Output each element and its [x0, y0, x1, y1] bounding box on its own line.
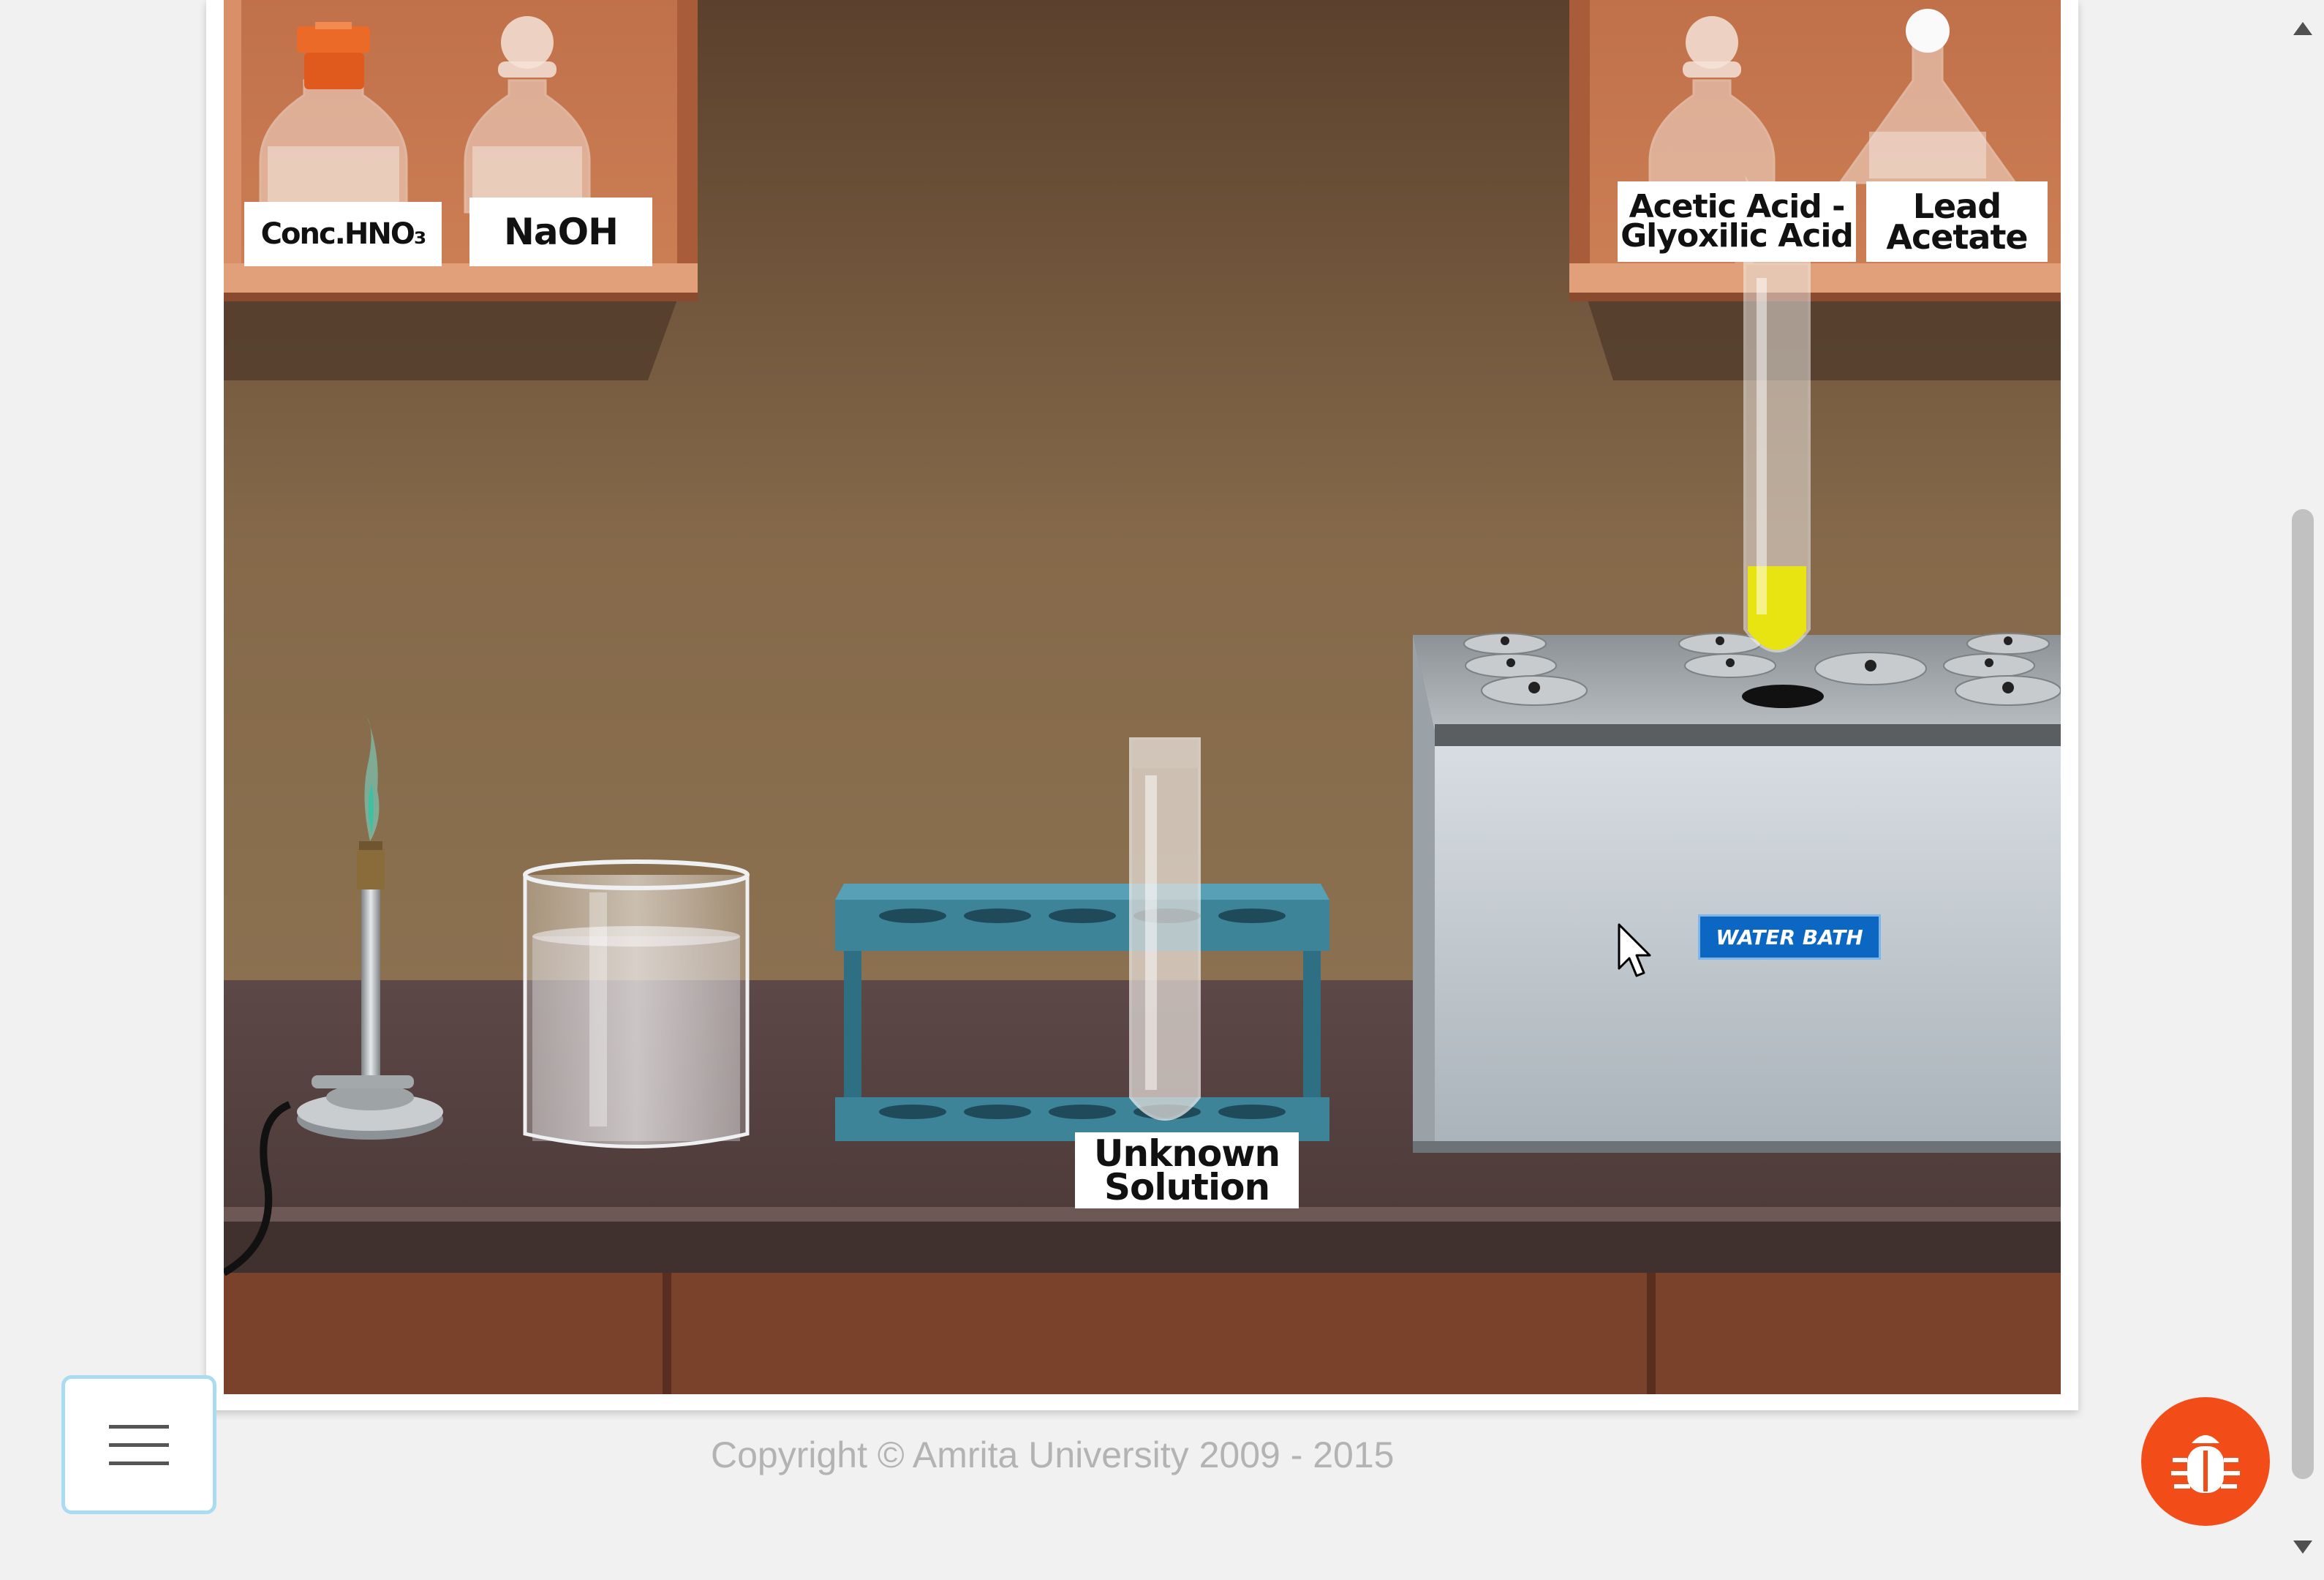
- scrollbar-thumb[interactable]: [2292, 509, 2314, 1479]
- lead-acetate-label-line2: Acetate: [1886, 217, 2028, 257]
- scroll-down-arrow-icon[interactable]: [2290, 1536, 2315, 1558]
- water-bath[interactable]: [1413, 633, 2061, 1153]
- lab-simulation: Conc.HNO₃ NaOH Acetic Acid - Glyoxilic A…: [224, 0, 2061, 1394]
- unknown-solution-test-tube[interactable]: [1129, 737, 1201, 1121]
- report-bug-button[interactable]: [2141, 1397, 2270, 1526]
- lab-cabinets: [224, 1273, 2061, 1394]
- naoh-label: NaOH: [469, 198, 652, 266]
- unknown-solution-label: Unknown Solution: [1075, 1132, 1299, 1208]
- hamburger-menu-icon: [109, 1425, 169, 1465]
- vertical-scrollbar[interactable]: [2282, 0, 2324, 1580]
- conc-hno3-label: Conc.HNO₃: [244, 202, 442, 266]
- bug-icon: [2171, 1435, 2240, 1493]
- mouse-cursor-icon: [1618, 923, 1651, 977]
- scroll-up-arrow-icon[interactable]: [2290, 18, 2315, 40]
- menu-button[interactable]: [61, 1375, 216, 1514]
- lead-acetate-label: Lead Acetate: [1866, 181, 2048, 262]
- water-bath-label: WATER BATH: [1698, 914, 1881, 960]
- water-beaker[interactable]: [523, 859, 750, 1148]
- unknown-solution-label-line2: Solution: [1103, 1166, 1270, 1208]
- copyright-text: Copyright © Amrita University 2009 - 201…: [711, 1434, 1395, 1475]
- acetic-acid-label-line2: Glyoxilic Acid: [1621, 217, 1854, 255]
- acetic-glyoxilic-acid-label: Acetic Acid - Glyoxilic Acid: [1618, 181, 1856, 262]
